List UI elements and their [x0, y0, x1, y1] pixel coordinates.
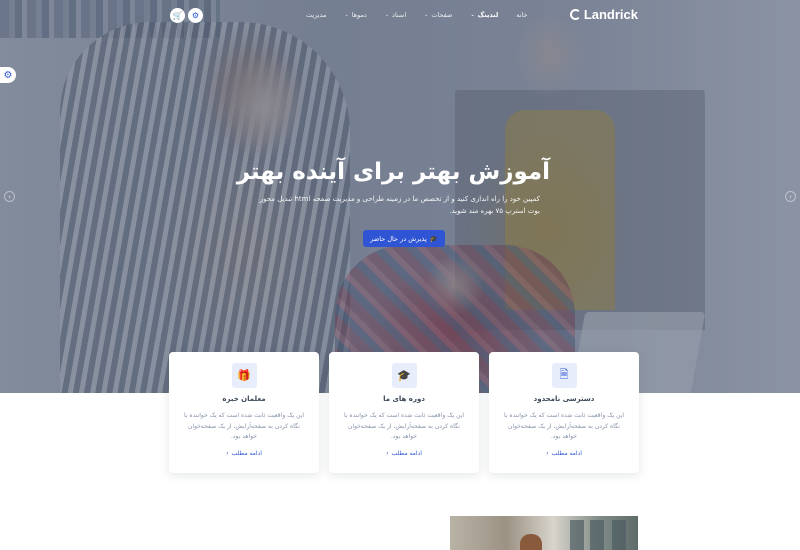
chevron-down-icon: ⌄: [424, 12, 429, 18]
hero-description: کمپین خود را راه اندازی کنید و از تخصص م…: [259, 195, 540, 215]
feature-card-teachers: 🎁 معلمان خبره این یک واقعیت ثابت شده است…: [169, 352, 319, 473]
about-section-photo: [450, 516, 638, 550]
menu-label: دموها: [351, 11, 367, 19]
menu-item-landing[interactable]: لندینگ ⌄: [470, 11, 498, 19]
card-text: این یک واقعیت ثابت شده است که یک خواننده…: [344, 412, 464, 440]
admission-button-label: پذیرش در حال حاضر: [370, 234, 427, 243]
settings-icon: ⚙: [191, 11, 200, 20]
logo-icon: [569, 9, 581, 20]
menu-label: اسناد: [392, 11, 407, 19]
logo[interactable]: Landrick: [569, 7, 638, 22]
chevron-right-icon: ›: [789, 192, 792, 201]
menu-item-demos[interactable]: دموها ⌄: [344, 11, 366, 19]
card-title: دوره های ما: [383, 395, 425, 403]
gear-icon: ⚙: [3, 69, 13, 81]
menu-item-home[interactable]: خانه: [516, 11, 527, 19]
chevron-down-icon: ⌄: [384, 12, 390, 18]
card-title: معلمان خبره: [222, 395, 266, 403]
hero-content: آموزش بهتر برای آینده بهتر کمپین خود را …: [236, 155, 550, 247]
chevron-left-icon: ‹: [226, 449, 229, 457]
feature-card-courses: 🎓 دوره های ما این یک واقعیت ثابت شده است…: [329, 352, 479, 473]
menu-label: خانه: [516, 11, 528, 19]
menu-label: صفحات: [431, 11, 453, 19]
cart-icon: 🛒: [172, 11, 183, 20]
read-more-label: ادامه مطلب: [551, 449, 582, 457]
menu-item-admin[interactable]: مدیریت: [306, 11, 326, 19]
document-icon: 🗎: [551, 363, 577, 388]
photo-window: [570, 520, 584, 550]
read-more-label: ادامه مطلب: [391, 449, 422, 457]
feature-card-access: 🗎 دسترسی نامحدود این یک واقعیت ثابت شده …: [489, 352, 639, 473]
slider-next-button[interactable]: ›: [785, 191, 796, 202]
chevron-left-icon: ‹: [386, 449, 389, 457]
card-text: این یک واقعیت ثابت شده است که یک خواننده…: [184, 412, 304, 440]
gift-icon: 🎁: [231, 363, 257, 388]
slider-prev-button[interactable]: ‹: [4, 191, 15, 202]
chevron-left-icon: ‹: [8, 192, 11, 201]
read-more-link[interactable]: ادامه مطلب ‹: [329, 450, 479, 457]
theme-settings-toggle[interactable]: ⚙: [0, 67, 16, 83]
chevron-down-icon: ⌄: [470, 12, 475, 18]
hero-section: Landrick خانه لندینگ ⌄ صفحات ⌄ اسناد ⌄ دموه…: [0, 0, 800, 393]
card-text: این یک واقعیت ثابت شده است که یک خواننده…: [504, 412, 624, 440]
read-more-link[interactable]: ادامه مطلب ‹: [489, 450, 639, 457]
main-menu: خانه لندینگ ⌄ صفحات ⌄ اسناد ⌄ دموها ⌄ مدیریت: [306, 11, 528, 19]
admission-button[interactable]: 🎓 پذیرش در حال حاضر: [363, 230, 445, 247]
card-title: دسترسی نامحدود: [533, 395, 595, 403]
photo-window: [612, 520, 626, 550]
menu-item-docs[interactable]: اسناد ⌄: [385, 11, 406, 19]
settings-button[interactable]: ⚙: [188, 8, 203, 23]
menu-label: مدیریت: [306, 11, 327, 19]
logo-text: Landrick: [583, 7, 638, 22]
graduation-cap-icon: 🎓: [391, 363, 417, 388]
chevron-down-icon: ⌄: [344, 12, 349, 18]
chevron-left-icon: ‹: [546, 449, 549, 457]
read-more-link[interactable]: ادامه مطلب ‹: [169, 450, 319, 457]
cart-button[interactable]: 🛒: [170, 8, 185, 23]
navbar: Landrick خانه لندینگ ⌄ صفحات ⌄ اسناد ⌄ دموه…: [0, 0, 800, 30]
menu-label: لندینگ: [477, 11, 499, 19]
graduation-cap-icon: 🎓: [429, 234, 438, 243]
menu-item-pages[interactable]: صفحات ⌄: [424, 11, 452, 19]
photo-window: [590, 520, 604, 550]
photo-person: [520, 534, 542, 550]
hero-title: آموزش بهتر برای آینده بهتر: [236, 159, 550, 185]
read-more-label: ادامه مطلب: [231, 449, 262, 457]
